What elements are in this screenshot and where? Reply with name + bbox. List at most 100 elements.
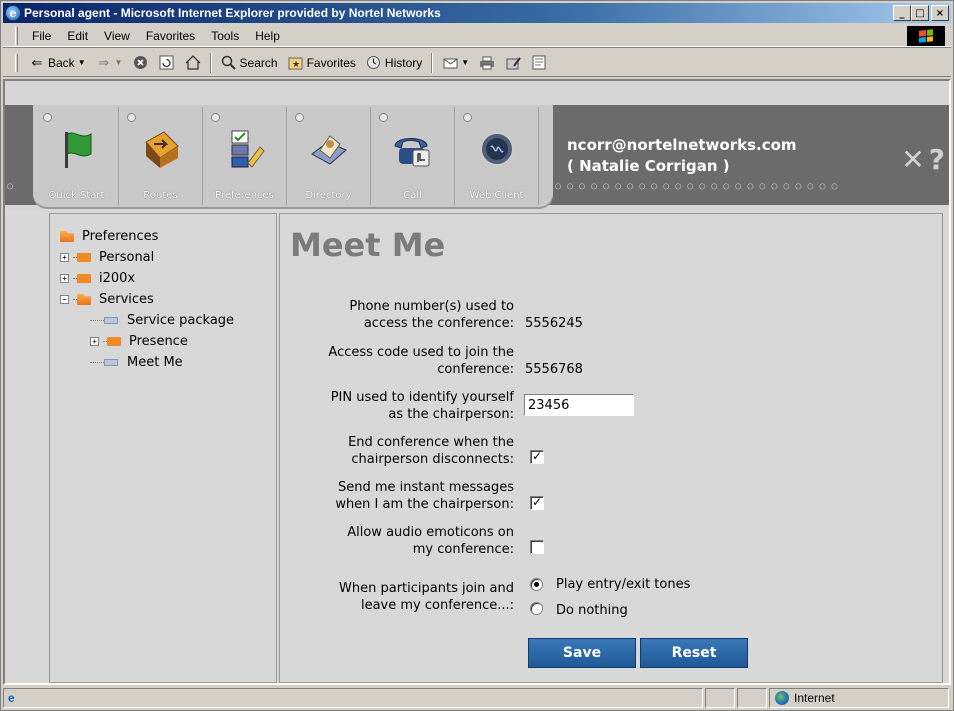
- edit-icon: [505, 55, 521, 71]
- collapse-icon[interactable]: −: [60, 295, 69, 304]
- instant-messages-label: Send me instant messages when I am the c…: [335, 480, 514, 512]
- minimize-button[interactable]: _: [893, 5, 911, 21]
- printer-icon: [479, 55, 495, 71]
- menu-favorites[interactable]: Favorites: [138, 29, 203, 43]
- forward-dropdown-icon[interactable]: ▼: [115, 58, 123, 67]
- tree-label: Presence: [129, 334, 188, 349]
- edit-button[interactable]: [500, 52, 526, 74]
- forward-button[interactable]: ⇒ ▼: [91, 52, 128, 74]
- status-led: [463, 113, 472, 122]
- nav-label: Web Client: [469, 190, 524, 201]
- expand-icon[interactable]: +: [90, 337, 99, 346]
- reset-button[interactable]: Reset: [640, 638, 748, 668]
- tree-item-services[interactable]: − Services: [60, 289, 234, 310]
- save-button[interactable]: Save: [528, 638, 636, 668]
- refresh-button[interactable]: [154, 52, 180, 74]
- tree-item-personal[interactable]: + Personal: [60, 247, 234, 268]
- back-dropdown-icon[interactable]: ▼: [78, 58, 86, 67]
- routes-icon: [139, 127, 183, 171]
- status-bar: e Internet: [3, 687, 951, 709]
- participants-join-label: When participants join and leave my conf…: [339, 581, 514, 613]
- document-icon: [104, 317, 118, 324]
- security-zone: Internet: [769, 688, 949, 708]
- play-tones-label[interactable]: Play entry/exit tones: [556, 577, 690, 592]
- favorites-icon: ★: [288, 55, 304, 71]
- logout-close-icon[interactable]: ✕: [901, 143, 924, 176]
- close-button[interactable]: ×: [931, 5, 949, 21]
- tree-label: Personal: [99, 250, 155, 265]
- tree-item-i200x[interactable]: + i200x: [60, 268, 234, 289]
- directory-icon: [307, 127, 351, 171]
- tree-item-meet-me[interactable]: Meet Me: [60, 352, 234, 373]
- menubar-grip: [15, 26, 18, 45]
- back-button[interactable]: ⇐ Back ▼: [24, 52, 91, 74]
- globe-icon: [775, 691, 789, 705]
- tree-label: Services: [99, 292, 154, 307]
- browser-viewport: ○ Quick Start Routes Preferences Directo…: [3, 79, 951, 685]
- search-button[interactable]: Search: [216, 52, 283, 74]
- main-nav: Quick Start Routes Preferences Directory…: [35, 107, 539, 205]
- menu-tools[interactable]: Tools: [203, 29, 247, 43]
- search-label: Search: [239, 55, 278, 70]
- nav-preferences[interactable]: Preferences: [203, 107, 287, 205]
- tree-item-preferences[interactable]: Preferences: [60, 226, 234, 247]
- user-email: ncorr@nortelnetworks.com: [567, 136, 797, 154]
- nav-routes[interactable]: Routes: [119, 107, 203, 205]
- favorites-button[interactable]: ★ Favorites: [283, 52, 361, 74]
- pin-input[interactable]: [524, 394, 634, 416]
- maximize-button[interactable]: □: [911, 5, 929, 21]
- tree-item-service-package[interactable]: Service package: [60, 310, 234, 331]
- instant-messages-checkbox[interactable]: ✓: [530, 496, 544, 510]
- history-button[interactable]: History: [361, 52, 427, 74]
- refresh-icon: [159, 55, 175, 71]
- play-tones-radio[interactable]: [530, 578, 543, 591]
- tree-label: Preferences: [82, 229, 159, 244]
- window-title: Personal agent - Microsoft Internet Expl…: [24, 6, 441, 20]
- menu-view[interactable]: View: [96, 29, 138, 43]
- help-icon[interactable]: ?: [929, 143, 945, 176]
- stop-button[interactable]: [128, 52, 154, 74]
- tree-item-presence[interactable]: + Presence: [60, 331, 234, 352]
- home-button[interactable]: [180, 52, 206, 74]
- tree-label: i200x: [99, 271, 136, 286]
- mail-dropdown-icon[interactable]: ▼: [461, 58, 469, 67]
- do-nothing-label[interactable]: Do nothing: [556, 603, 628, 618]
- nav-label: Preferences: [215, 190, 274, 201]
- tree-label: Meet Me: [127, 355, 183, 370]
- toolbar-grip: [15, 53, 18, 72]
- status-led: [43, 113, 52, 122]
- open-folder-icon: [77, 294, 91, 305]
- nav-quick-start[interactable]: Quick Start: [35, 107, 119, 205]
- expand-icon[interactable]: +: [60, 253, 69, 262]
- nav-directory[interactable]: Directory: [287, 107, 371, 205]
- end-conference-label: End conference when the chairperson disc…: [348, 435, 514, 467]
- folder-icon: [107, 337, 121, 346]
- phone-numbers-value: 5556245: [525, 316, 583, 331]
- search-icon: [221, 55, 237, 71]
- status-led: [379, 113, 388, 122]
- end-conference-checkbox[interactable]: ✓: [530, 450, 544, 464]
- print-button[interactable]: [474, 52, 500, 74]
- phone-icon: [391, 127, 435, 171]
- nav-web-client[interactable]: Web Client: [455, 107, 539, 205]
- discuss-button[interactable]: [526, 52, 552, 74]
- expand-icon[interactable]: +: [60, 274, 69, 283]
- nav-call[interactable]: Call: [371, 107, 455, 205]
- phone-numbers-label: Phone number(s) used to access the confe…: [349, 299, 514, 331]
- tree-label: Service package: [127, 313, 235, 328]
- mail-button[interactable]: ▼: [437, 52, 474, 74]
- ie-logo-icon: e: [5, 5, 21, 21]
- back-arrow-icon: ⇐: [31, 54, 43, 70]
- page-status-icon: e: [8, 691, 15, 705]
- status-led: [295, 113, 304, 122]
- menu-help[interactable]: Help: [247, 29, 288, 43]
- audio-emoticons-checkbox[interactable]: [530, 540, 544, 554]
- menu-file[interactable]: File: [24, 29, 59, 43]
- user-info: ncorr@nortelnetworks.com ( Natalie Corri…: [567, 135, 797, 177]
- app-banner: ○ Quick Start Routes Preferences Directo…: [5, 81, 949, 209]
- menu-edit[interactable]: Edit: [59, 29, 96, 43]
- history-label: History: [384, 55, 423, 70]
- menu-bar: File Edit View Favorites Tools Help: [3, 25, 951, 47]
- do-nothing-radio[interactable]: [530, 602, 543, 615]
- web-client-icon: [475, 127, 519, 171]
